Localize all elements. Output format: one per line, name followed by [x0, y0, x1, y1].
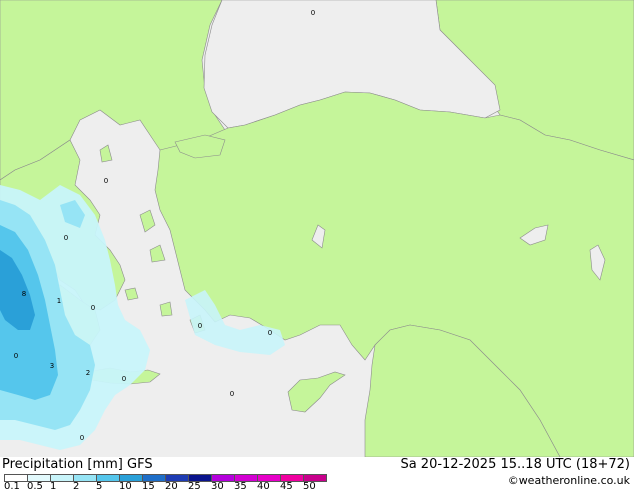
scale-tick-label: 40 [257, 481, 270, 492]
map-title: Precipitation [mm] GFS [2, 457, 153, 472]
point-marker: 0 [64, 234, 68, 242]
scale-tick-label: 10 [119, 481, 132, 492]
point-marker: 2 [86, 369, 90, 377]
scale-tick-label: 1 [50, 481, 57, 492]
scale-tick-label: 35 [234, 481, 247, 492]
point-marker: 0 [80, 434, 84, 442]
precipitation-map: 0 0 0 0 0 0 0 0 0 0 1 2 8 3 [0, 0, 634, 457]
credit-link[interactable]: ©weatheronline.co.uk [508, 474, 630, 488]
forecast-datetime: Sa 20-12-2025 15..18 UTC (18+72) [400, 457, 630, 472]
scale-tick-label: 0.1 [4, 481, 20, 492]
scale-tick-label: 30 [211, 481, 224, 492]
scale-tick-label: 0.5 [27, 481, 43, 492]
point-marker: 0 [104, 177, 108, 185]
point-marker: 3 [50, 362, 54, 370]
point-marker: 0 [198, 322, 202, 330]
point-marker: 0 [268, 329, 272, 337]
point-marker: 0 [122, 375, 126, 383]
point-marker: 0 [311, 9, 315, 17]
point-marker: 1 [57, 297, 61, 305]
point-marker: 0 [91, 304, 95, 312]
point-marker: 0 [230, 390, 234, 398]
scale-tick-label: 5 [96, 481, 103, 492]
point-marker: 8 [22, 290, 26, 298]
scale-tick-label: 25 [188, 481, 201, 492]
scale-tick-label: 15 [142, 481, 155, 492]
scale-tick-label: 20 [165, 481, 178, 492]
point-marker: 0 [14, 352, 18, 360]
scale-tick-label: 45 [280, 481, 293, 492]
scale-tick-label: 2 [73, 481, 80, 492]
map-footer: Precipitation [mm] GFS Sa 20-12-2025 15.… [0, 457, 634, 492]
scale-tick-label: 50 [303, 481, 316, 492]
